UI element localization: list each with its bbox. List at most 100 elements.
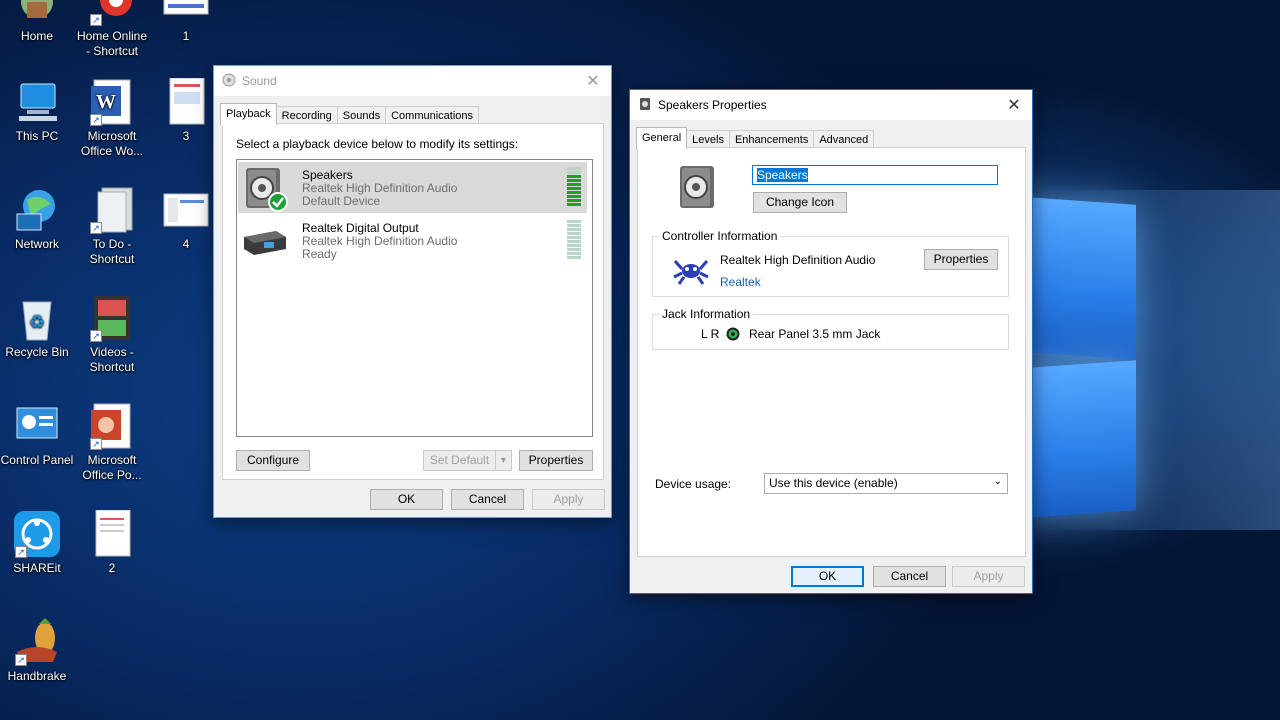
properties-button[interactable]: Properties bbox=[519, 450, 593, 471]
change-icon-button[interactable]: Change Icon bbox=[753, 192, 847, 213]
sound-title: Sound bbox=[242, 74, 277, 88]
device-name: Realtek Digital Output bbox=[302, 221, 419, 235]
sound-window[interactable]: Sound ✕ Playback Recording Sounds Commun… bbox=[213, 65, 612, 518]
chevron-down-icon: ▼ bbox=[499, 455, 508, 465]
ok-button[interactable]: OK bbox=[791, 566, 864, 587]
speakers-tabs: General Levels Enhancements Advanced bbox=[630, 126, 1032, 149]
device-name-value: Speakers bbox=[757, 168, 808, 182]
desktop-icon-label: 4 bbox=[182, 237, 190, 251]
apply-button[interactable]: Apply bbox=[952, 566, 1025, 587]
image-file-icon bbox=[162, 77, 210, 126]
level-segment bbox=[567, 252, 581, 255]
word-icon: W ↗ bbox=[88, 78, 136, 126]
speaker-window-icon bbox=[222, 73, 236, 90]
jack-channels: L R bbox=[701, 327, 720, 341]
speaker-device-icon bbox=[676, 164, 720, 212]
desktop-icon-powerpoint[interactable]: ↗ Microsoft Office Po... bbox=[75, 402, 149, 483]
level-segment bbox=[567, 195, 581, 198]
desktop-icon-4[interactable]: 4 bbox=[149, 186, 223, 252]
svg-text:W: W bbox=[96, 91, 116, 113]
control-panel-icon bbox=[13, 402, 61, 450]
realtek-link[interactable]: Realtek bbox=[720, 275, 761, 289]
level-segment bbox=[567, 199, 581, 202]
device-name-input[interactable]: Speakers bbox=[752, 165, 998, 185]
device-driver: Realtek High Definition Audio bbox=[302, 234, 458, 248]
jack-name: Rear Panel 3.5 mm Jack bbox=[749, 327, 881, 341]
jack-information-group: Jack Information L R Rear Panel 3.5 mm J… bbox=[652, 307, 1009, 350]
speakers-titlebar[interactable]: Speakers Properties ✕ bbox=[630, 90, 1032, 120]
desktop-icon-label: Home bbox=[20, 29, 53, 43]
tab-playback[interactable]: Playback bbox=[220, 103, 277, 125]
level-segment bbox=[567, 248, 581, 251]
set-default-dropdown[interactable]: ▼ bbox=[495, 450, 512, 471]
level-segment bbox=[567, 191, 581, 194]
controller-properties-button[interactable]: Properties bbox=[924, 249, 998, 270]
desktop-icon-this-pc[interactable]: This PC bbox=[0, 78, 74, 144]
desktop-icon-label: 3 bbox=[182, 129, 190, 143]
shortcut-arrow-icon: ↗ bbox=[15, 654, 27, 666]
desktop-icon-to-do[interactable]: ↗ To Do - Shortcut bbox=[75, 186, 149, 267]
desktop-icon-home[interactable]: Home bbox=[0, 0, 74, 44]
level-segment bbox=[567, 256, 581, 259]
desktop-icon-1[interactable]: 1 bbox=[149, 0, 223, 44]
digital-output-icon bbox=[242, 223, 288, 263]
level-segment bbox=[567, 171, 581, 174]
device-row-speakers[interactable]: Speakers Realtek High Definition Audio D… bbox=[238, 162, 587, 213]
browser-icon: ↗ bbox=[88, 0, 136, 26]
image-file-icon bbox=[162, 0, 210, 26]
ok-button[interactable]: OK bbox=[370, 489, 443, 510]
desktop-icon-recycle-bin[interactable]: ♻ Recycle Bin bbox=[0, 294, 74, 360]
general-panel: Speakers Change Icon Controller Informat… bbox=[637, 147, 1026, 557]
level-segment bbox=[567, 228, 581, 231]
desktop-icon-handbrake[interactable]: ↗ Handbrake bbox=[0, 618, 74, 684]
controller-name: Realtek High Definition Audio bbox=[720, 253, 876, 267]
desktop-icon-label: To Do - Shortcut bbox=[89, 237, 135, 266]
cancel-button[interactable]: Cancel bbox=[451, 489, 524, 510]
close-icon[interactable]: ✕ bbox=[575, 66, 611, 96]
desktop-icon-control-panel[interactable]: Control Panel bbox=[0, 402, 74, 468]
shortcut-arrow-icon: ↗ bbox=[90, 222, 102, 234]
powerpoint-icon: ↗ bbox=[88, 402, 136, 450]
device-name: Speakers bbox=[302, 168, 353, 182]
shortcut-arrow-icon: ↗ bbox=[90, 14, 102, 26]
realtek-crab-icon bbox=[673, 255, 709, 285]
cancel-button[interactable]: Cancel bbox=[873, 566, 946, 587]
level-segment bbox=[567, 224, 581, 227]
desktop-icon-network[interactable]: Network bbox=[0, 186, 74, 252]
device-driver: Realtek High Definition Audio bbox=[302, 181, 458, 195]
desktop-icon-3[interactable]: 3 bbox=[149, 77, 223, 144]
home-icon bbox=[13, 0, 61, 26]
desktop-icon-label: 1 bbox=[182, 29, 190, 43]
desktop-icon-home-online[interactable]: ↗ Home Online - Shortcut bbox=[75, 0, 149, 59]
speakers-title: Speakers Properties bbox=[658, 98, 767, 112]
playback-instruction: Select a playback device below to modify… bbox=[236, 137, 519, 151]
sound-titlebar[interactable]: Sound ✕ bbox=[214, 66, 611, 96]
configure-button[interactable]: Configure bbox=[236, 450, 310, 471]
recycle-bin-icon: ♻ bbox=[13, 294, 61, 342]
handbrake-icon: ↗ bbox=[13, 618, 61, 666]
speakers-properties-window[interactable]: Speakers Properties ✕ General Levels Enh… bbox=[629, 89, 1033, 594]
level-segment bbox=[567, 183, 581, 186]
desktop-icon-label: Home Online - Shortcut bbox=[76, 29, 148, 58]
desktop-icon-2[interactable]: 2 bbox=[75, 509, 149, 576]
device-row-digital-output[interactable]: Realtek Digital Output Realtek High Defi… bbox=[238, 215, 587, 266]
device-status: Default Device bbox=[302, 194, 381, 208]
device-usage-label: Device usage: bbox=[655, 477, 732, 491]
device-list[interactable]: Speakers Realtek High Definition Audio D… bbox=[236, 159, 593, 437]
desktop-icon-videos[interactable]: ↗ Videos - Shortcut bbox=[75, 294, 149, 375]
level-segment bbox=[567, 175, 581, 178]
close-icon[interactable]: ✕ bbox=[996, 90, 1032, 120]
svg-text:♻: ♻ bbox=[29, 312, 45, 332]
desktop-icon-word[interactable]: W ↗ Microsoft Office Wo... bbox=[75, 78, 149, 159]
desktop-icon-label: Network bbox=[14, 237, 59, 251]
apply-button[interactable]: Apply bbox=[532, 489, 605, 510]
shortcut-arrow-icon: ↗ bbox=[15, 546, 27, 558]
image-file-icon bbox=[162, 186, 210, 234]
document-icon bbox=[88, 509, 136, 558]
controller-information-group: Controller Information Realtek High Defi… bbox=[652, 229, 1009, 297]
level-segment bbox=[567, 244, 581, 247]
device-usage-select[interactable]: Use this device (enable) ⌄ bbox=[764, 473, 1008, 494]
desktop-icon-shareit[interactable]: ↗ SHAREit bbox=[0, 510, 74, 576]
set-default-button[interactable]: Set Default bbox=[423, 450, 495, 471]
tab-general[interactable]: General bbox=[636, 127, 688, 149]
